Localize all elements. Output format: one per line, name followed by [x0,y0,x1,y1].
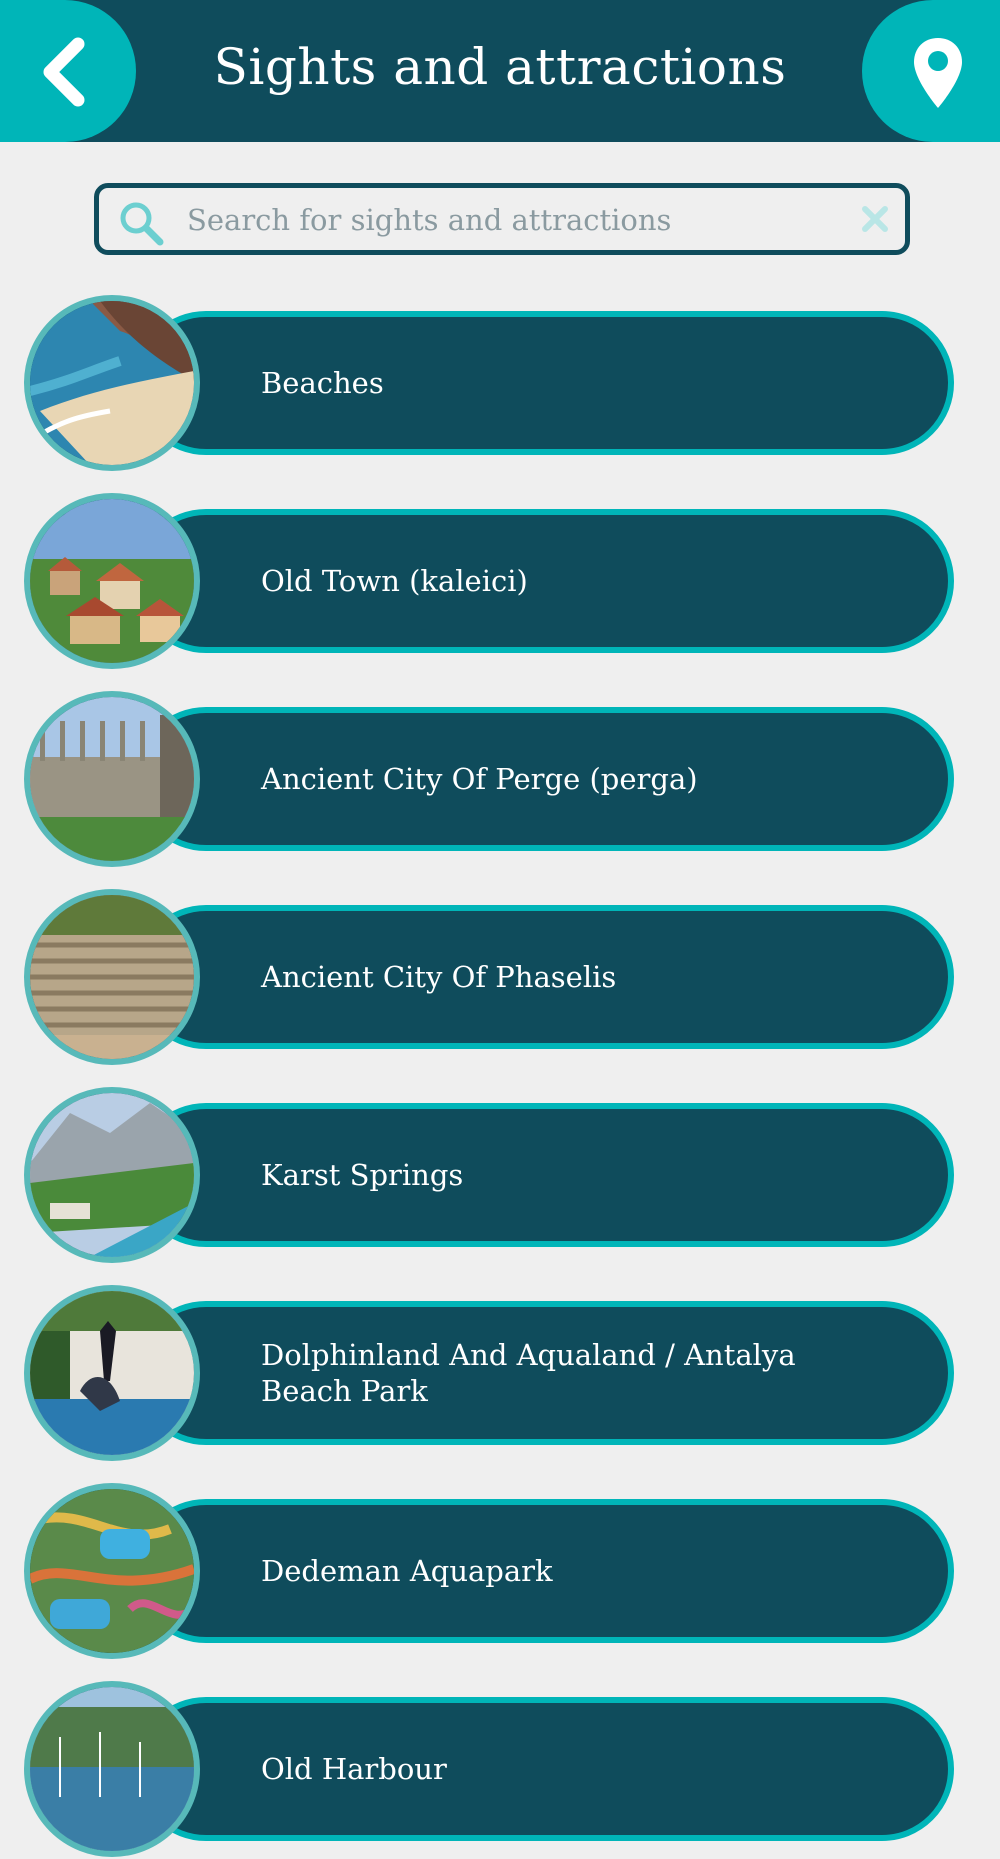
item-thumbnail [24,1285,200,1461]
item-thumbnail [24,691,200,867]
list-item[interactable]: Ancient City Of Phaselis [24,889,954,1067]
list-item[interactable]: Dolphinland And Aqualand / Antalya Beach… [24,1285,954,1463]
list-item[interactable]: Beaches [24,295,954,473]
list-item-label: Beaches [261,366,384,400]
list-item-label: Ancient City Of Perge (perga) [261,762,698,796]
list-item[interactable]: Dedeman Aquapark [24,1483,954,1661]
item-thumbnail [24,1483,200,1659]
item-thumbnail [24,295,200,471]
list-item[interactable]: Old Town (kaleici) [24,493,954,671]
map-pin-icon [914,38,962,108]
list-item[interactable]: Old Harbour [24,1681,954,1859]
page-title: Sights and attractions [213,38,787,96]
close-icon[interactable] [861,205,889,233]
list-item-label: Old Town (kaleici) [261,564,528,598]
list-item-label: Dolphinland And Aqualand / Antalya Beach… [261,1338,796,1408]
search-bar [94,183,910,255]
item-thumbnail [24,1681,200,1857]
item-thumbnail [24,493,200,669]
map-button[interactable] [862,0,1000,142]
item-thumbnail [24,889,200,1065]
list-item-label: Ancient City Of Phaselis [261,960,617,994]
list-item[interactable]: Karst Springs [24,1087,954,1265]
search-icon [120,202,164,246]
list-item[interactable]: Ancient City Of Perge (perga) [24,691,954,869]
item-thumbnail [24,1087,200,1263]
search-input[interactable] [185,196,829,244]
list-item-label: Karst Springs [261,1158,464,1192]
list-item-label: Old Harbour [261,1752,447,1786]
app-header: Sights and attractions [0,0,1000,142]
list-item-label: Dedeman Aquapark [261,1554,553,1588]
